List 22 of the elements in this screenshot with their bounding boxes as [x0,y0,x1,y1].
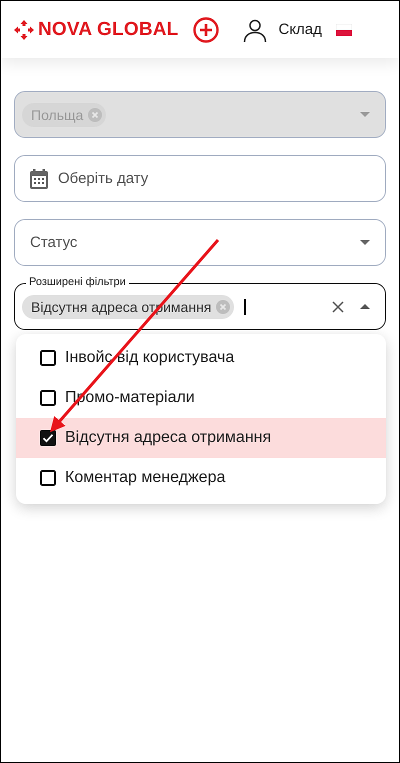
logo-text: NOVA GLOBAL [38,18,178,40]
checkbox[interactable] [40,470,56,486]
add-icon[interactable] [193,16,220,42]
menu-option[interactable]: Відсутня адреса отримання [16,418,386,458]
field-label: Розширені фільтри [26,276,129,289]
caret-icon[interactable] [360,304,370,309]
clear-icon[interactable] [332,300,344,312]
text-cursor [244,298,246,314]
menu-option[interactable]: Інвойс від користувача [16,338,386,378]
checkbox[interactable] [40,430,56,446]
menu-option[interactable]: Коментар менеджера [16,458,386,498]
status-select[interactable]: Статус [14,219,386,266]
date-field[interactable]: Оберіть дату [14,155,386,202]
checkbox[interactable] [40,350,56,366]
flag-icon[interactable] [336,24,352,36]
user-icon[interactable] [243,18,268,42]
checkbox[interactable] [40,390,56,406]
calendar-icon [30,168,48,188]
user-label[interactable]: Склад [278,21,322,38]
caret-icon [360,240,370,245]
caret-icon [360,112,370,117]
logo-icon [14,20,34,40]
